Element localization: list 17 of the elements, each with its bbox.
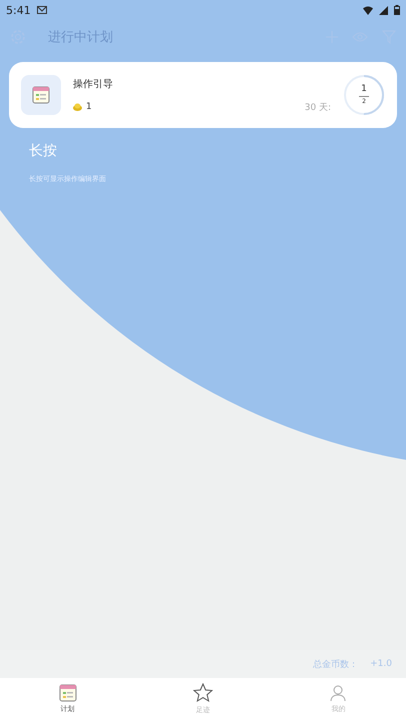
signal-icon bbox=[379, 6, 388, 14]
coin-total: +1.0 bbox=[370, 659, 392, 669]
coin-count: 1 bbox=[86, 102, 92, 112]
status-time: 5:41 bbox=[6, 4, 31, 16]
calendar-icon bbox=[32, 86, 50, 104]
battery-icon bbox=[394, 5, 400, 15]
wifi-icon bbox=[363, 6, 373, 14]
plan-title: 操作引导 bbox=[73, 78, 114, 90]
coins-icon bbox=[73, 103, 82, 111]
calendar-icon bbox=[58, 684, 77, 702]
coin-label: 总金币数： bbox=[313, 658, 358, 670]
progress-done: 1 bbox=[361, 85, 367, 94]
star-icon bbox=[192, 683, 213, 703]
plan-days: 30 天: bbox=[304, 100, 331, 114]
guide-title: 长按 bbox=[29, 142, 58, 160]
mail-icon bbox=[36, 6, 47, 14]
person-icon bbox=[329, 684, 348, 702]
